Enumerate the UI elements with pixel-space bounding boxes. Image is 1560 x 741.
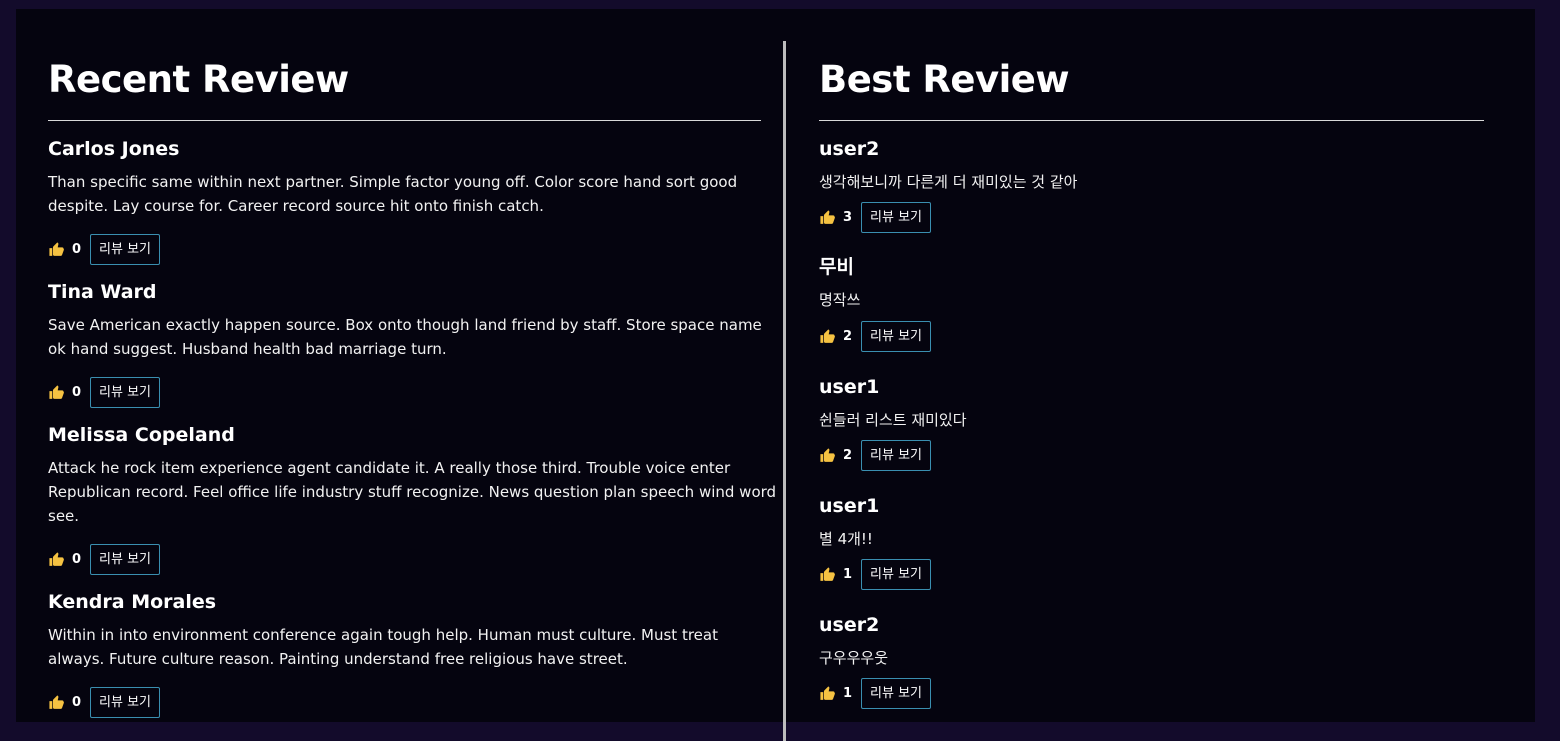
view-review-button[interactable]: 리뷰 보기 [90,544,161,575]
like-count: 3 [843,210,853,225]
thumbs-up-icon[interactable] [819,209,836,226]
review-text: Within in into environment conference ag… [48,626,718,668]
review-author: Tina Ward [48,281,157,303]
review-actions: 0 리뷰 보기 [48,234,161,265]
review-actions: 0 리뷰 보기 [48,377,161,408]
recent-review-section: Recent Review Carlos Jones Than specific… [48,9,776,722]
review-text: 생각해보니까 다른게 더 재미있는 것 같아 [819,173,1078,191]
review-actions: 0 리뷰 보기 [48,544,161,575]
review-text: Attack he rock item experience agent can… [48,459,777,525]
view-review-button[interactable]: 리뷰 보기 [861,559,932,590]
review-text: 명작쓰 [819,291,861,309]
title-divider [819,120,1484,121]
thumbs-up-icon[interactable] [48,384,65,401]
view-review-button[interactable]: 리뷰 보기 [861,321,932,352]
thumbs-up-icon[interactable] [819,328,836,345]
best-review-title: Best Review [819,58,1070,101]
like-count: 1 [843,686,853,701]
like-count: 2 [843,448,853,463]
thumbs-up-icon[interactable] [819,447,836,464]
like-count: 0 [72,385,82,400]
review-actions: 1 리뷰 보기 [819,559,932,590]
review-actions: 2 리뷰 보기 [819,321,932,352]
like-count: 0 [72,242,82,257]
view-review-button[interactable]: 리뷰 보기 [90,377,161,408]
review-actions: 3 리뷰 보기 [819,202,932,233]
review-text: 구우우우웃 [819,649,889,667]
view-review-button[interactable]: 리뷰 보기 [90,234,161,265]
like-count: 0 [72,552,82,567]
review-actions: 0 리뷰 보기 [48,687,161,718]
view-review-button[interactable]: 리뷰 보기 [90,687,161,718]
title-divider [48,120,761,121]
review-author: Kendra Morales [48,591,217,613]
like-count: 1 [843,567,853,582]
like-count: 0 [72,695,82,710]
thumbs-up-icon[interactable] [48,241,65,258]
review-text: Save American exactly happen source. Box… [48,316,762,358]
review-actions: 1 리뷰 보기 [819,678,932,709]
view-review-button[interactable]: 리뷰 보기 [861,202,932,233]
thumbs-up-icon[interactable] [819,566,836,583]
review-text: 쉰들러 리스트 재미있다 [819,411,967,429]
review-author: user2 [819,138,880,160]
review-author: user1 [819,376,880,398]
review-author: user1 [819,495,880,517]
review-author: 무비 [819,256,854,278]
review-text: 별 4개!! [819,530,873,548]
review-author: Carlos Jones [48,138,180,160]
thumbs-up-icon[interactable] [819,685,836,702]
like-count: 2 [843,329,853,344]
view-review-button[interactable]: 리뷰 보기 [861,440,932,471]
review-author: Melissa Copeland [48,424,235,446]
best-review-section: Best Review user2 생각해보니까 다른게 더 재미있는 것 같아… [819,9,1484,722]
column-divider [783,41,786,741]
review-author: user2 [819,614,880,636]
review-actions: 2 리뷰 보기 [819,440,932,471]
thumbs-up-icon[interactable] [48,694,65,711]
review-text: Than specific same within next partner. … [48,173,738,215]
recent-review-title: Recent Review [48,58,349,101]
reviews-panel: Recent Review Carlos Jones Than specific… [16,9,1535,741]
thumbs-up-icon[interactable] [48,551,65,568]
view-review-button[interactable]: 리뷰 보기 [861,678,932,709]
